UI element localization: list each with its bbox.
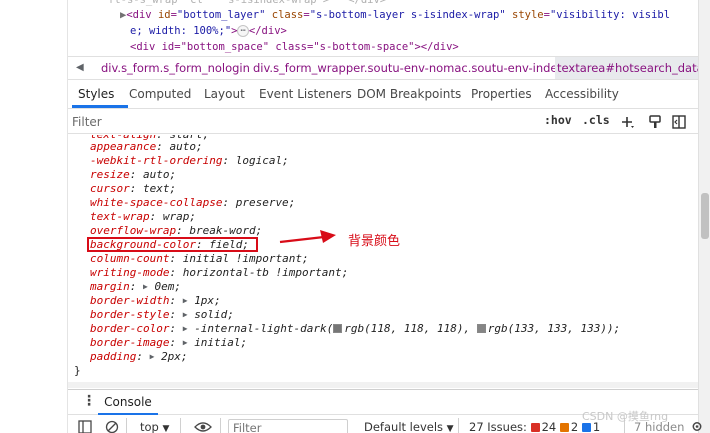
rule-close-brace: } <box>74 364 81 377</box>
toolbar-separator <box>220 418 221 433</box>
toolbar-separator <box>126 418 127 433</box>
highlight-box-annotation <box>87 237 258 252</box>
toolbar-separator <box>458 418 459 433</box>
sidebar-tabs: Styles Computed Layout Event Listeners D… <box>68 81 698 109</box>
breadcrumb-left-arrow-icon[interactable]: ◀ <box>76 57 84 79</box>
expand-shorthand-icon[interactable]: ▶ <box>183 308 188 322</box>
hov-toggle[interactable]: :hov <box>544 113 572 127</box>
dropdown-arrow-icon: ▼ <box>446 424 454 433</box>
expand-shorthand-icon[interactable]: ▶ <box>183 336 188 350</box>
tab-properties[interactable]: Properties <box>471 81 532 108</box>
info-badge-icon <box>581 423 591 432</box>
elements-tree: ft-s-s_wrap cl s-isindex-wrap"> </div> ▶… <box>68 0 698 56</box>
annotation-label: 背景颜色 <box>348 234 401 249</box>
clear-console-icon[interactable] <box>105 420 119 433</box>
tab-computed[interactable]: Computed <box>129 81 191 108</box>
expand-shorthand-icon[interactable]: ▶ <box>183 294 188 308</box>
declaration-text-wrap[interactable]: text-wrap: wrap; <box>90 210 196 224</box>
breadcrumb-item[interactable]: div.s_form.s_form_nologin <box>101 57 250 79</box>
declaration-appearance[interactable]: appearance: auto; <box>90 140 203 154</box>
arrow-annotation-icon <box>279 230 336 244</box>
breadcrumb-item[interactable]: div.s_form_wrapper.soutu-env-nomac.soutu… <box>253 57 564 79</box>
declaration-padding[interactable]: padding: ▶ 2px; <box>90 350 188 364</box>
element-line-bottom-space[interactable]: <div id="bottom_space" class="s-bottom-s… <box>130 39 459 55</box>
declaration-resize[interactable]: resize: auto; <box>90 168 176 182</box>
toggle-sidebar-icon[interactable] <box>670 112 688 132</box>
warning-badge-icon <box>559 423 569 432</box>
more-options-icon[interactable]: ⋮ <box>82 393 96 409</box>
element-line-bottom-layer[interactable]: ▶<div id="bottom_layer" class="s-bottom-… <box>120 7 670 23</box>
declaration-webkit-rtl-ordering[interactable]: -webkit-rtl-ordering: logical; <box>90 154 289 168</box>
tab-dom-breakpoints[interactable]: DOM Breakpoints <box>357 81 461 108</box>
declaration-cursor[interactable]: cursor: text; <box>90 182 176 196</box>
dropdown-arrow-icon: ▼ <box>162 424 170 433</box>
issues-counter[interactable]: 27 Issues: 24 2 1 <box>469 415 600 433</box>
declaration-border-color[interactable]: border-color: ▶ -internal-light-dark(rgb… <box>90 322 620 336</box>
element-line-bottom-layer-cont: e; width: 100%;"> ⋯ </div> <box>130 25 287 37</box>
color-swatch[interactable] <box>476 324 486 333</box>
declaration-border-style[interactable]: border-style: ▶ solid; <box>90 308 234 322</box>
cls-toggle[interactable]: .cls <box>582 113 610 127</box>
active-tab-indicator <box>72 105 128 108</box>
declaration-margin[interactable]: margin: ▶ 0em; <box>90 280 181 294</box>
expand-shorthand-icon[interactable]: ▶ <box>183 322 188 336</box>
styles-pane: text-align: start; appearance: auto; -we… <box>68 135 698 382</box>
expand-shorthand-icon[interactable]: ▶ <box>150 350 155 364</box>
declaration-white-space-collapse[interactable]: white-space-collapse: preserve; <box>90 196 295 210</box>
error-badge-icon <box>530 423 540 432</box>
tab-layout[interactable]: Layout <box>204 81 245 108</box>
new-style-rule-icon[interactable] <box>618 112 636 132</box>
toolbar-separator <box>180 418 181 433</box>
styles-toolbar: :hov .cls <box>68 110 698 134</box>
eye-icon[interactable] <box>194 420 212 433</box>
left-gutter <box>0 0 68 433</box>
tab-styles[interactable]: Styles <box>78 81 114 108</box>
color-swatch[interactable] <box>333 324 343 333</box>
sidebar-toggle-icon[interactable] <box>78 420 92 433</box>
paint-brush-icon[interactable] <box>646 112 664 132</box>
tab-accessibility[interactable]: Accessibility <box>545 81 619 108</box>
console-filter-input[interactable] <box>228 419 348 433</box>
expand-shorthand-icon[interactable]: ▶ <box>143 280 148 294</box>
log-levels-dropdown[interactable]: Default levels ▼ <box>364 415 454 433</box>
breadcrumb: ◀ div.s_form.s_form_nologin div.s_form_w… <box>68 56 698 80</box>
declaration-border-image[interactable]: border-image: ▶ initial; <box>90 336 247 350</box>
declaration-overflow-wrap[interactable]: overflow-wrap: break-word; <box>90 224 262 238</box>
declaration-border-width[interactable]: border-width: ▶ 1px; <box>90 294 221 308</box>
gear-icon[interactable] <box>690 420 704 433</box>
styles-filter-input[interactable] <box>72 112 532 132</box>
tab-event-listeners[interactable]: Event Listeners <box>259 81 352 108</box>
declaration-column-count[interactable]: column-count: initial !important; <box>90 252 309 266</box>
watermark: CSDN @摸鱼rng <box>582 410 669 423</box>
collapsed-content-ellipsis[interactable]: ⋯ <box>237 25 249 37</box>
horizontal-scrollbar[interactable] <box>68 382 698 388</box>
breadcrumb-item-selected[interactable]: textarea#hotsearch_data <box>555 57 698 79</box>
declaration-writing-mode[interactable]: writing-mode: horizontal-tb !important; <box>90 266 348 280</box>
devtools-panel: ft-s-s_wrap cl s-isindex-wrap"> </div> ▶… <box>68 0 698 433</box>
context-selector[interactable]: top ▼ <box>140 415 169 433</box>
vertical-scrollbar-thumb[interactable] <box>701 193 709 239</box>
